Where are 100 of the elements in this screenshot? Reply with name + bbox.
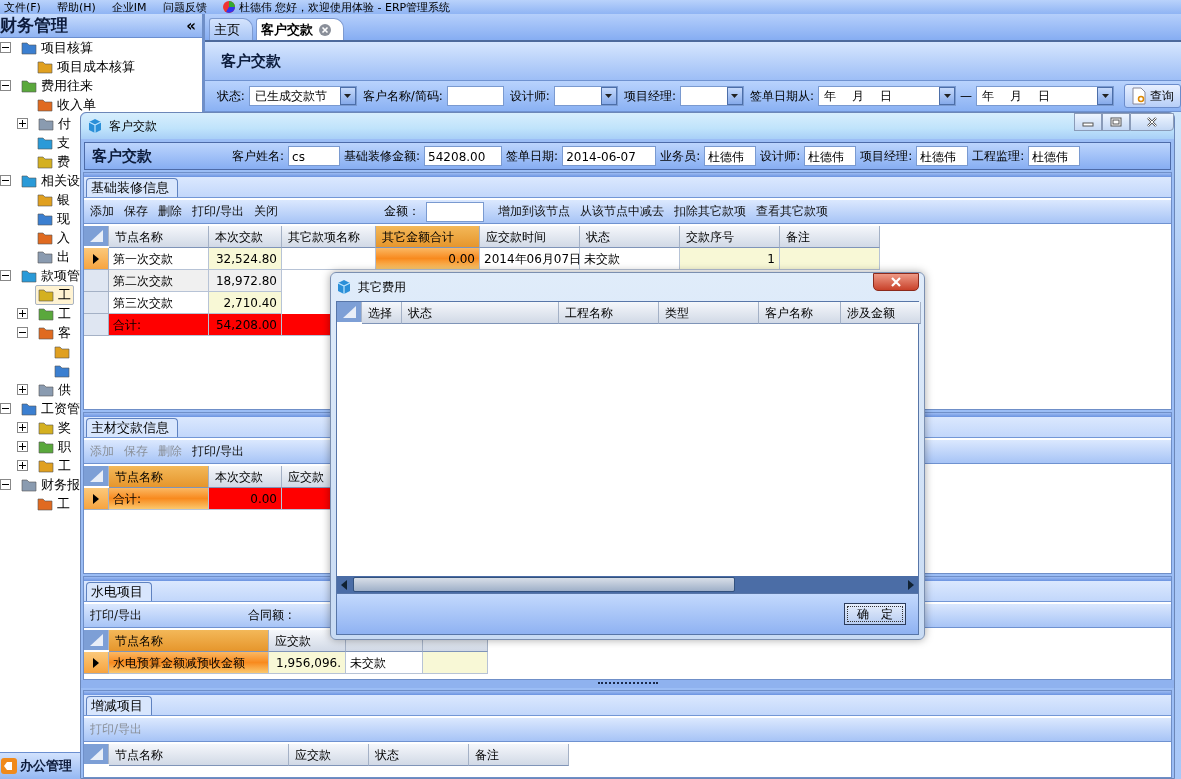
- tab[interactable]: 客户交款: [255, 18, 344, 40]
- section-tab[interactable]: 基础装修信息: [86, 178, 178, 197]
- toolbar-button[interactable]: 从该节点中减去: [576, 203, 669, 220]
- column-header[interactable]: 本次交款: [209, 466, 282, 488]
- column-header[interactable]: 备注: [780, 226, 880, 248]
- dropdown-field[interactable]: 已生成交款节: [248, 86, 357, 106]
- table-cell: 1: [680, 248, 780, 270]
- column-header[interactable]: 应交款: [289, 744, 369, 766]
- table-cell: 水电预算金额减预收金额: [109, 652, 269, 674]
- table-cell: 合计:: [109, 488, 209, 510]
- column-header[interactable]: 备注: [469, 744, 569, 766]
- field-label: 金额：: [384, 203, 421, 220]
- input-field[interactable]: 杜德伟: [704, 146, 757, 166]
- section-tab[interactable]: 水电项目: [86, 582, 152, 601]
- sidebar-title: 财务管理: [0, 14, 68, 37]
- column-header[interactable]: 本次交款: [209, 226, 282, 248]
- column-header[interactable]: 状态: [369, 744, 469, 766]
- field-label: 签单日期:: [506, 147, 559, 165]
- toolbar-button[interactable]: 删除: [154, 203, 186, 220]
- field-label: 项目经理:: [860, 147, 913, 165]
- column-header[interactable]: 应交款时间: [480, 226, 580, 248]
- table-cell: 未交款: [580, 248, 680, 270]
- tree-item[interactable]: 工资管: [19, 399, 82, 418]
- tree-item[interactable]: 费用往来: [19, 76, 95, 95]
- tree-item[interactable]: 款项管: [19, 266, 82, 285]
- toolbar-button[interactable]: 关闭: [250, 203, 283, 220]
- tree-item[interactable]: 项目成本核算: [35, 57, 137, 76]
- column-header[interactable]: 类型: [659, 302, 759, 324]
- table-cell: 第三次交款: [109, 292, 209, 314]
- tree-item[interactable]: 项目核算: [19, 38, 95, 57]
- input-field[interactable]: 54208.00: [424, 146, 503, 166]
- dropdown-field[interactable]: 年 月 日: [976, 86, 1114, 106]
- input-field[interactable]: 杜德伟: [916, 146, 969, 166]
- tree-item[interactable]: 支: [35, 133, 72, 152]
- tree-item[interactable]: 供: [36, 380, 73, 399]
- dropdown-field[interactable]: 年 月 日: [818, 86, 956, 106]
- table-cell: 18,972.80: [209, 270, 282, 292]
- tree-item[interactable]: 奖: [36, 418, 73, 437]
- section-tab[interactable]: 主材交款信息: [86, 418, 178, 437]
- tree-item[interactable]: 出: [35, 247, 72, 266]
- toolbar-button[interactable]: 添加: [86, 203, 118, 220]
- office-button[interactable]: 办公管理: [0, 752, 80, 779]
- table-cell: 54,208.00: [209, 314, 282, 336]
- column-header[interactable]: 节点名称: [109, 466, 209, 488]
- column-header[interactable]: 其它金额合计: [376, 226, 480, 248]
- tree-item[interactable]: 收入单: [35, 95, 98, 114]
- toolbar-button[interactable]: 保存: [120, 203, 152, 220]
- table-cell: 第二次交款: [109, 270, 209, 292]
- ok-button[interactable]: 确 定: [844, 603, 906, 625]
- toolbar-button[interactable]: 扣除其它款项: [670, 203, 751, 220]
- search-button[interactable]: 查询: [1124, 84, 1181, 108]
- menu-item[interactable]: 文件(F): [4, 0, 41, 15]
- tree-item[interactable]: 工: [35, 494, 72, 513]
- menu-item[interactable]: 企业IM: [111, 0, 147, 15]
- collapse-button[interactable]: «: [180, 16, 202, 35]
- tree-item[interactable]: 相关设: [19, 171, 82, 190]
- table-cell: 0.00: [209, 488, 282, 510]
- tree-item[interactable]: 入: [35, 228, 72, 247]
- column-header[interactable]: 工程名称: [559, 302, 659, 324]
- toolbar-button[interactable]: 查看其它款项: [752, 203, 833, 220]
- tree-item[interactable]: 财务报: [19, 475, 82, 494]
- menu-item[interactable]: 帮助(H): [56, 0, 96, 15]
- input-field[interactable]: 2014-06-07: [562, 146, 657, 166]
- tree-item[interactable]: 工: [36, 456, 73, 475]
- table-cell: 0.00: [376, 248, 480, 270]
- menu-item[interactable]: 问题反馈: [162, 0, 207, 15]
- input-field[interactable]: 杜德伟: [804, 146, 857, 166]
- column-header[interactable]: 应交款: [269, 630, 346, 652]
- filter-label: 项目经理:: [623, 87, 676, 105]
- tree-item[interactable]: 客: [36, 323, 73, 342]
- column-header[interactable]: 涉及金额: [841, 302, 921, 324]
- tree-item[interactable]: 职: [36, 437, 73, 456]
- column-header[interactable]: 其它款项名称: [282, 226, 376, 248]
- tree-item[interactable]: 付: [36, 114, 73, 133]
- toolbar-button[interactable]: 打印/导出: [188, 443, 249, 460]
- column-header[interactable]: 节点名称: [109, 630, 269, 652]
- column-header[interactable]: 节点名称: [109, 744, 289, 766]
- column-header[interactable]: 节点名称: [109, 226, 209, 248]
- table-cell: 32,524.80: [209, 248, 282, 270]
- toolbar-button[interactable]: 打印/导出: [86, 607, 147, 624]
- field-label: 客户姓名:: [232, 147, 285, 165]
- toolbar-button[interactable]: 增加到该节点: [494, 203, 575, 220]
- tab[interactable]: 主页: [208, 18, 253, 40]
- tree-item[interactable]: 费: [35, 152, 72, 171]
- column-header[interactable]: 交款序号: [680, 226, 780, 248]
- page-title: 客户交款: [220, 51, 281, 71]
- tree-item[interactable]: 现: [35, 209, 72, 228]
- table-cell: 未交款: [346, 652, 423, 674]
- tree-item[interactable]: 银: [35, 190, 72, 209]
- input-field[interactable]: 杜德伟: [1028, 146, 1081, 166]
- toolbar-button[interactable]: 打印/导出: [188, 203, 249, 220]
- section-tab[interactable]: 增减项目: [86, 696, 152, 715]
- tree-item[interactable]: 工: [35, 284, 74, 305]
- column-header[interactable]: 客户名称: [759, 302, 841, 324]
- input-field[interactable]: cs: [288, 146, 341, 166]
- table-cell: 合计:: [109, 314, 209, 336]
- column-header[interactable]: 选择: [362, 302, 402, 324]
- column-header[interactable]: 状态: [580, 226, 680, 248]
- column-header[interactable]: 状态: [402, 302, 559, 324]
- tree-item[interactable]: 工: [36, 304, 73, 323]
